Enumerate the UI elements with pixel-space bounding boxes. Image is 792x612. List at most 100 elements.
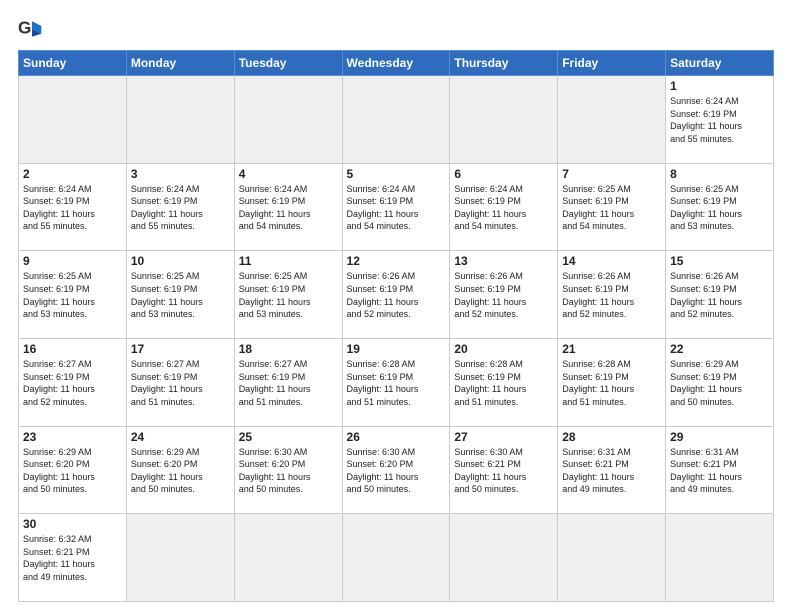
weekday-header-wednesday: Wednesday: [342, 51, 450, 76]
day-number: 20: [454, 342, 553, 356]
calendar-day-cell: [342, 76, 450, 164]
day-number: 22: [670, 342, 769, 356]
day-info: Sunrise: 6:25 AM Sunset: 6:19 PM Dayligh…: [131, 270, 230, 320]
calendar-day-cell: [126, 514, 234, 602]
calendar-day-cell: [126, 76, 234, 164]
day-number: 12: [347, 254, 446, 268]
day-number: 23: [23, 430, 122, 444]
weekday-header-thursday: Thursday: [450, 51, 558, 76]
calendar-day-cell: 4Sunrise: 6:24 AM Sunset: 6:19 PM Daylig…: [234, 163, 342, 251]
day-info: Sunrise: 6:32 AM Sunset: 6:21 PM Dayligh…: [23, 533, 122, 583]
day-number: 27: [454, 430, 553, 444]
calendar-day-cell: 6Sunrise: 6:24 AM Sunset: 6:19 PM Daylig…: [450, 163, 558, 251]
day-info: Sunrise: 6:26 AM Sunset: 6:19 PM Dayligh…: [347, 270, 446, 320]
calendar-day-cell: [558, 514, 666, 602]
calendar-day-cell: 21Sunrise: 6:28 AM Sunset: 6:19 PM Dayli…: [558, 338, 666, 426]
day-info: Sunrise: 6:26 AM Sunset: 6:19 PM Dayligh…: [454, 270, 553, 320]
weekday-header-row: SundayMondayTuesdayWednesdayThursdayFrid…: [19, 51, 774, 76]
calendar-day-cell: [450, 514, 558, 602]
day-number: 4: [239, 167, 338, 181]
calendar-day-cell: [450, 76, 558, 164]
day-info: Sunrise: 6:24 AM Sunset: 6:19 PM Dayligh…: [131, 183, 230, 233]
header: G: [18, 18, 774, 40]
calendar-day-cell: 22 Sunrise: 6:29 AM Sunset: 6:19 PM Dayli…: [666, 338, 774, 426]
day-info: Sunrise: 6:29 AM Sunset: 6:20 PM Dayligh…: [23, 446, 122, 496]
day-number: 25: [239, 430, 338, 444]
calendar-day-cell: [666, 514, 774, 602]
calendar-day-cell: 14Sunrise: 6:26 AM Sunset: 6:19 PM Dayli…: [558, 251, 666, 339]
day-number: 10: [131, 254, 230, 268]
day-number: 3: [131, 167, 230, 181]
logo-icon: G: [18, 18, 46, 40]
day-number: 30: [23, 517, 122, 531]
calendar-day-cell: 23 Sunrise: 6:29 AM Sunset: 6:20 PM Dayli…: [19, 426, 127, 514]
svg-text:G: G: [18, 19, 31, 38]
calendar-day-cell: [234, 76, 342, 164]
day-info: Sunrise: 6:31 AM Sunset: 6:21 PM Dayligh…: [562, 446, 661, 496]
weekday-header-friday: Friday: [558, 51, 666, 76]
calendar-day-cell: 9 Sunrise: 6:25 AM Sunset: 6:19 PM Daylig…: [19, 251, 127, 339]
calendar-day-cell: 15 Sunrise: 6:26 AM Sunset: 6:19 PM Dayli…: [666, 251, 774, 339]
calendar-day-cell: 3 Sunrise: 6:24 AM Sunset: 6:19 PM Daylig…: [126, 163, 234, 251]
weekday-header-tuesday: Tuesday: [234, 51, 342, 76]
calendar-day-cell: 10 Sunrise: 6:25 AM Sunset: 6:19 PM Dayli…: [126, 251, 234, 339]
calendar-day-cell: 16 Sunrise: 6:27 AM Sunset: 6:19 PM Dayli…: [19, 338, 127, 426]
day-info: Sunrise: 6:25 AM Sunset: 6:19 PM Dayligh…: [562, 183, 661, 233]
calendar-page: G SundayMondayTuesdayWednesdayThursdayFr…: [0, 0, 792, 612]
day-number: 2: [23, 167, 122, 181]
calendar-week-row: 23 Sunrise: 6:29 AM Sunset: 6:20 PM Dayli…: [19, 426, 774, 514]
day-info: Sunrise: 6:27 AM Sunset: 6:19 PM Dayligh…: [23, 358, 122, 408]
calendar-week-row: 1Sunrise: 6:24 AM Sunset: 6:19 PM Daylig…: [19, 76, 774, 164]
calendar-day-cell: [19, 76, 127, 164]
logo: G: [18, 18, 50, 40]
day-number: 11: [239, 254, 338, 268]
weekday-header-sunday: Sunday: [19, 51, 127, 76]
day-number: 1: [670, 79, 769, 93]
day-info: Sunrise: 6:24 AM Sunset: 6:19 PM Dayligh…: [454, 183, 553, 233]
day-number: 17: [131, 342, 230, 356]
weekday-header-monday: Monday: [126, 51, 234, 76]
day-info: Sunrise: 6:30 AM Sunset: 6:20 PM Dayligh…: [239, 446, 338, 496]
weekday-header-saturday: Saturday: [666, 51, 774, 76]
day-info: Sunrise: 6:25 AM Sunset: 6:19 PM Dayligh…: [23, 270, 122, 320]
calendar-day-cell: 19Sunrise: 6:28 AM Sunset: 6:19 PM Dayli…: [342, 338, 450, 426]
calendar-day-cell: 17Sunrise: 6:27 AM Sunset: 6:19 PM Dayli…: [126, 338, 234, 426]
calendar-day-cell: 24Sunrise: 6:29 AM Sunset: 6:20 PM Dayli…: [126, 426, 234, 514]
calendar-week-row: 2 Sunrise: 6:24 AM Sunset: 6:19 PM Daylig…: [19, 163, 774, 251]
calendar-day-cell: 29 Sunrise: 6:31 AM Sunset: 6:21 PM Dayli…: [666, 426, 774, 514]
calendar-day-cell: 13 Sunrise: 6:26 AM Sunset: 6:19 PM Dayli…: [450, 251, 558, 339]
calendar-day-cell: [234, 514, 342, 602]
day-info: Sunrise: 6:25 AM Sunset: 6:19 PM Dayligh…: [239, 270, 338, 320]
day-number: 15: [670, 254, 769, 268]
day-info: Sunrise: 6:28 AM Sunset: 6:19 PM Dayligh…: [562, 358, 661, 408]
day-info: Sunrise: 6:28 AM Sunset: 6:19 PM Dayligh…: [347, 358, 446, 408]
calendar-week-row: 30 Sunrise: 6:32 AM Sunset: 6:21 PM Dayli…: [19, 514, 774, 602]
calendar-day-cell: 1Sunrise: 6:24 AM Sunset: 6:19 PM Daylig…: [666, 76, 774, 164]
day-info: Sunrise: 6:24 AM Sunset: 6:19 PM Dayligh…: [23, 183, 122, 233]
day-number: 18: [239, 342, 338, 356]
day-info: Sunrise: 6:29 AM Sunset: 6:20 PM Dayligh…: [131, 446, 230, 496]
day-number: 29: [670, 430, 769, 444]
calendar-day-cell: 2 Sunrise: 6:24 AM Sunset: 6:19 PM Daylig…: [19, 163, 127, 251]
day-info: Sunrise: 6:27 AM Sunset: 6:19 PM Dayligh…: [239, 358, 338, 408]
day-number: 28: [562, 430, 661, 444]
calendar-day-cell: 28 Sunrise: 6:31 AM Sunset: 6:21 PM Dayli…: [558, 426, 666, 514]
calendar-day-cell: 11 Sunrise: 6:25 AM Sunset: 6:19 PM Dayli…: [234, 251, 342, 339]
calendar-day-cell: 7 Sunrise: 6:25 AM Sunset: 6:19 PM Daylig…: [558, 163, 666, 251]
day-number: 13: [454, 254, 553, 268]
day-info: Sunrise: 6:29 AM Sunset: 6:19 PM Dayligh…: [670, 358, 769, 408]
calendar-day-cell: 18 Sunrise: 6:27 AM Sunset: 6:19 PM Dayli…: [234, 338, 342, 426]
day-number: 7: [562, 167, 661, 181]
day-info: Sunrise: 6:26 AM Sunset: 6:19 PM Dayligh…: [670, 270, 769, 320]
day-info: Sunrise: 6:25 AM Sunset: 6:19 PM Dayligh…: [670, 183, 769, 233]
calendar-day-cell: 12 Sunrise: 6:26 AM Sunset: 6:19 PM Dayli…: [342, 251, 450, 339]
day-info: Sunrise: 6:31 AM Sunset: 6:21 PM Dayligh…: [670, 446, 769, 496]
day-number: 5: [347, 167, 446, 181]
calendar-day-cell: [558, 76, 666, 164]
day-info: Sunrise: 6:24 AM Sunset: 6:19 PM Dayligh…: [347, 183, 446, 233]
day-number: 14: [562, 254, 661, 268]
day-info: Sunrise: 6:30 AM Sunset: 6:21 PM Dayligh…: [454, 446, 553, 496]
calendar-day-cell: [342, 514, 450, 602]
day-number: 9: [23, 254, 122, 268]
day-number: 16: [23, 342, 122, 356]
